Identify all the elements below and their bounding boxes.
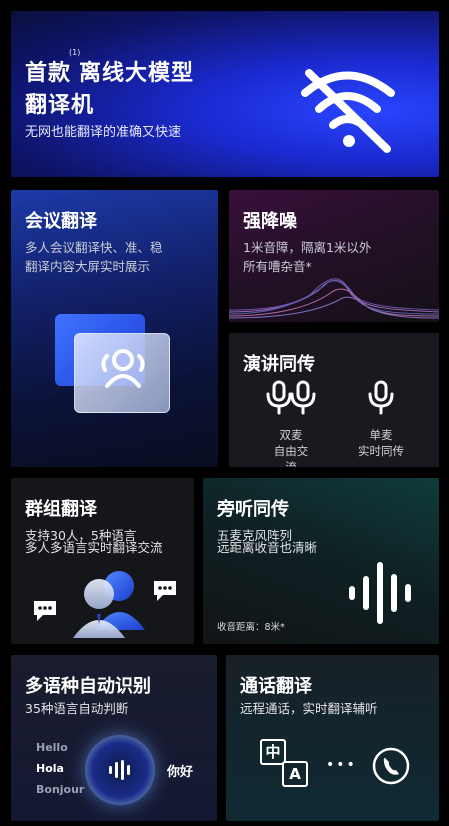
translate-icon-a: A	[282, 761, 308, 787]
word-bonjour: Bonjour	[36, 783, 85, 796]
speech-title: 演讲同传	[243, 354, 315, 375]
people-icon	[101, 349, 145, 388]
soundwave-graphic	[229, 278, 439, 319]
hero-footnote: (1)	[69, 48, 81, 57]
auto-title: 多语种自动识别	[25, 676, 151, 697]
word-hello: Hello	[36, 741, 68, 754]
dual-mic-label-line2: 自由交流	[273, 444, 309, 467]
offline-model-banner: 首款 离线大模型 (1) 翻译机 无网也能翻译的准确又快速	[11, 11, 439, 177]
word-hola: Hola	[36, 762, 64, 775]
group-title: 群组翻译	[25, 499, 97, 520]
audio-bars-icon	[349, 562, 411, 624]
dual-mic-label-line1: 双麦	[279, 428, 303, 442]
auto-subtitle: 35种语言自动判断	[25, 701, 129, 716]
group-line2: 多人多语言实时翻译交流	[25, 540, 163, 555]
single-mic-label-line2: 实时同传	[358, 444, 404, 458]
phone-icon	[372, 747, 410, 785]
call-subtitle: 远程通话，实时翻译辅听	[240, 701, 378, 716]
users-icon	[73, 571, 145, 638]
hero-title-prefix: 首款	[25, 61, 72, 86]
chat-bubble-left-icon	[34, 601, 56, 621]
listen-line2: 远距离收音也清晰	[217, 540, 318, 555]
meeting-line1: 多人会议翻译快、准、稳	[25, 240, 163, 255]
hero-title: 首款 离线大模型	[25, 55, 194, 87]
hero-title-rest: 离线大模型	[79, 61, 195, 86]
meeting-title: 会议翻译	[25, 211, 97, 232]
dual-mic-label: 双麦 自由交流	[269, 427, 313, 467]
noise-line1: 1米音障，隔离1米以外	[243, 240, 372, 255]
call-translation-card[interactable]: 通话翻译 远程通话，实时翻译辅听 中 A •••	[226, 655, 439, 821]
chat-bubble-right-icon	[154, 581, 176, 601]
no-wifi-icon	[301, 69, 395, 153]
dual-mic-icon	[266, 380, 316, 415]
auto-language-detection-card[interactable]: 多语种自动识别 35种语言自动判断 Hello Hola Bonjour 你好	[11, 655, 217, 821]
single-mic-label-line1: 单麦	[369, 428, 393, 442]
meeting-line2: 翻译内容大屏实时展示	[25, 259, 151, 274]
single-mic-label: 单麦 实时同传	[355, 427, 407, 459]
hero-description: 无网也能翻译的准确又快速	[25, 125, 182, 140]
listen-title: 旁听同传	[217, 499, 289, 520]
side-listening-card[interactable]: 旁听同传 五麦克风阵列 远距离收音也清晰 收音距离：8米*	[203, 478, 439, 644]
ellipsis: •••	[326, 757, 357, 773]
call-title: 通话翻译	[240, 676, 312, 697]
hero-title-line2: 翻译机	[25, 93, 95, 118]
single-mic-icon	[368, 380, 394, 415]
listen-distance: 收音距离：8米*	[217, 622, 285, 633]
translate-icon: 中 A	[260, 739, 312, 791]
speech-interpretation-card[interactable]: 演讲同传 双麦 自由交流 单麦 实时同传	[229, 333, 439, 467]
translated-word: 你好	[167, 765, 194, 780]
noise-reduction-card[interactable]: 强降噪 1米音障，隔离1米以外 所有嘈杂音*	[229, 190, 439, 322]
voice-bars-icon	[109, 760, 130, 780]
meeting-translation-card[interactable]: 会议翻译 多人会议翻译快、准、稳 翻译内容大屏实时展示	[11, 190, 218, 467]
noise-title: 强降噪	[243, 211, 297, 232]
group-translation-card[interactable]: 群组翻译 支持30人，5种语言 多人多语言实时翻译交流	[11, 478, 194, 644]
